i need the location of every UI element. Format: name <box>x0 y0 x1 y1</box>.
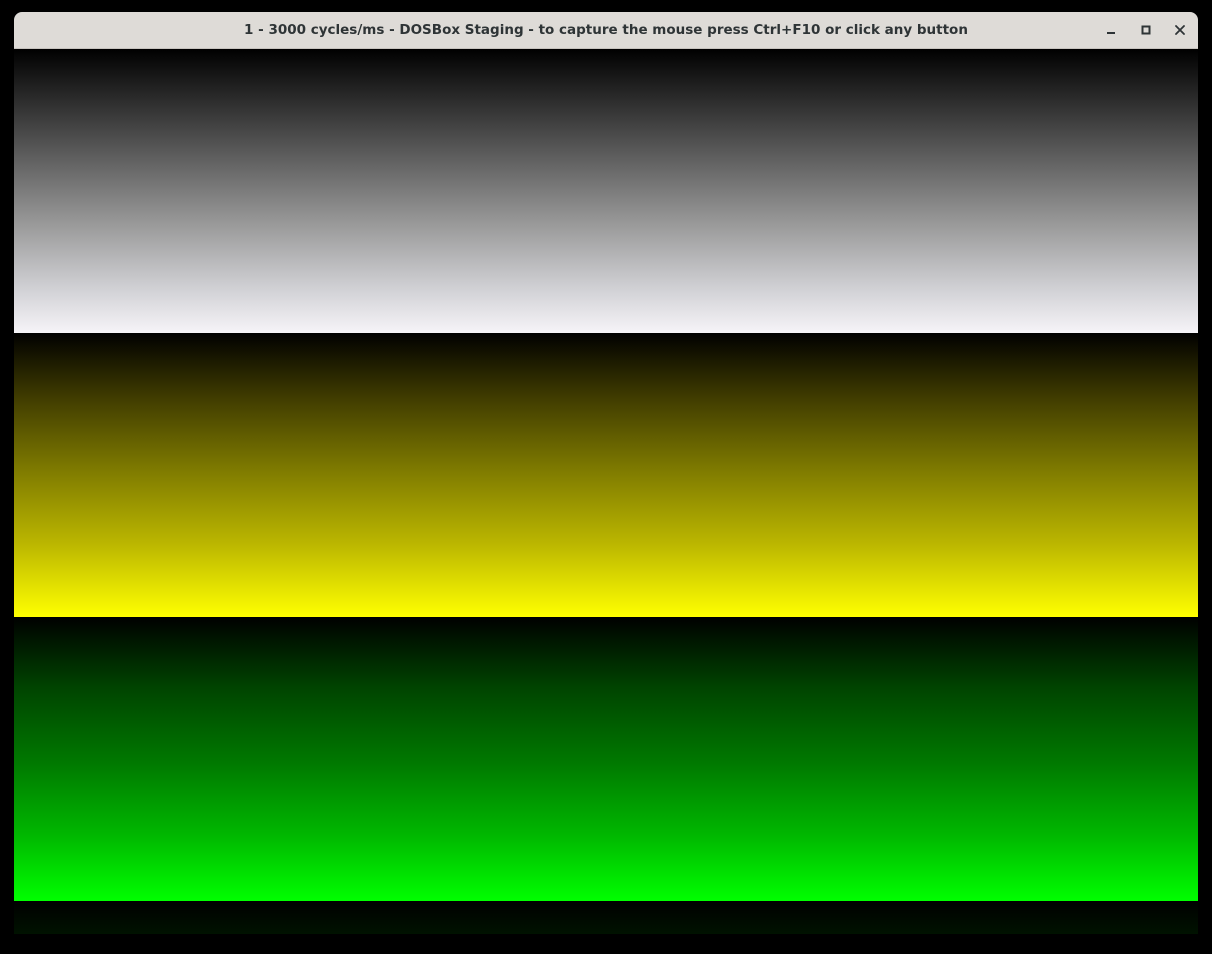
minimize-icon <box>1107 32 1115 34</box>
minimize-button[interactable] <box>1099 18 1123 42</box>
green-gradient-band <box>14 617 1198 901</box>
dosbox-window: 1 - 3000 cycles/ms - DOSBox Staging - to… <box>14 12 1198 934</box>
bottom-dark-band <box>14 901 1198 934</box>
grey-gradient-band <box>14 49 1198 333</box>
close-button[interactable] <box>1168 18 1192 42</box>
yellow-gradient-band <box>14 333 1198 617</box>
window-title: 1 - 3000 cycles/ms - DOSBox Staging - to… <box>244 22 968 38</box>
title-bar[interactable]: 1 - 3000 cycles/ms - DOSBox Staging - to… <box>14 12 1198 49</box>
maximize-icon <box>1141 25 1151 35</box>
close-icon <box>1175 25 1185 35</box>
maximize-button[interactable] <box>1134 18 1158 42</box>
dos-screen[interactable] <box>14 49 1198 934</box>
